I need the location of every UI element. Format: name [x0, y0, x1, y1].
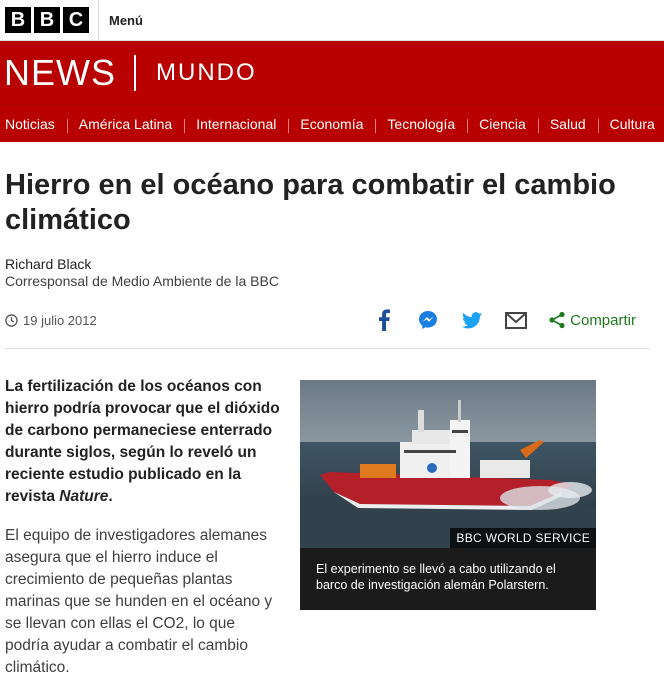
menu-button[interactable]: Menú: [109, 13, 143, 28]
share-bar: Compartir: [352, 308, 636, 332]
lead-text: La fertilización de los océanos con hier…: [5, 378, 280, 505]
mundo-wordmark[interactable]: MUNDO: [156, 59, 257, 87]
nav-item-salud[interactable]: Salud: [537, 116, 598, 133]
nav-item-tecnologia[interactable]: Tecnología: [375, 116, 467, 133]
top-bar: B B C Menú: [0, 0, 664, 41]
article-paragraph: El equipo de investigadores alemanes ase…: [5, 527, 273, 676]
header-divider: [5, 348, 650, 349]
masthead: NEWS MUNDO: [0, 41, 664, 105]
twitter-icon[interactable]: [460, 308, 484, 332]
author-name: Richard Black: [5, 256, 92, 272]
share-button[interactable]: Compartir: [548, 311, 636, 329]
article-title: Hierro en el océano para combatir el cam…: [5, 169, 616, 236]
bbc-logo[interactable]: B B C: [5, 7, 89, 33]
lead-end: .: [108, 488, 113, 505]
section-nav: Noticias América Latina Internacional Ec…: [0, 105, 664, 142]
byline: Richard Black Corresponsal de Medio Ambi…: [5, 256, 279, 290]
share-label: Compartir: [570, 311, 636, 329]
nav-item-economia[interactable]: Economía: [288, 116, 375, 133]
article-date: 19 julio 2012: [5, 313, 97, 328]
bbc-logo-letter-b2: B: [34, 7, 60, 33]
share-icon: [549, 311, 565, 329]
photo-credit: BBC WORLD SERVICE: [450, 528, 596, 548]
email-icon[interactable]: [504, 308, 528, 332]
nav-item-noticias[interactable]: Noticias: [0, 116, 67, 132]
article-figure: BBC WORLD SERVICE El experimento se llev…: [300, 380, 596, 610]
news-wordmark[interactable]: NEWS: [4, 52, 116, 94]
nav-item-ciencia[interactable]: Ciencia: [467, 116, 538, 133]
nav-item-internacional[interactable]: Internacional: [184, 116, 288, 133]
clock-icon: [5, 314, 18, 327]
nav-item-america-latina[interactable]: América Latina: [66, 116, 184, 133]
bbc-logo-letter-b1: B: [5, 7, 31, 33]
date-text: 19 julio 2012: [23, 313, 97, 328]
article-lead: La fertilización de los océanos con hier…: [5, 376, 280, 508]
nav-item-cultura[interactable]: Cultura: [597, 116, 664, 133]
topbar-divider: [98, 0, 99, 40]
author-role: Corresponsal de Medio Ambiente de la BBC: [5, 273, 279, 289]
ship-photo: BBC WORLD SERVICE: [300, 380, 596, 548]
figure-caption: El experimento se llevó a cabo utilizand…: [316, 562, 556, 592]
facebook-icon[interactable]: [372, 308, 396, 332]
messenger-icon[interactable]: [416, 308, 440, 332]
bbc-logo-letter-c: C: [63, 7, 89, 33]
lead-italic-nature[interactable]: Nature: [59, 488, 108, 505]
wordmark-separator: [134, 55, 136, 91]
